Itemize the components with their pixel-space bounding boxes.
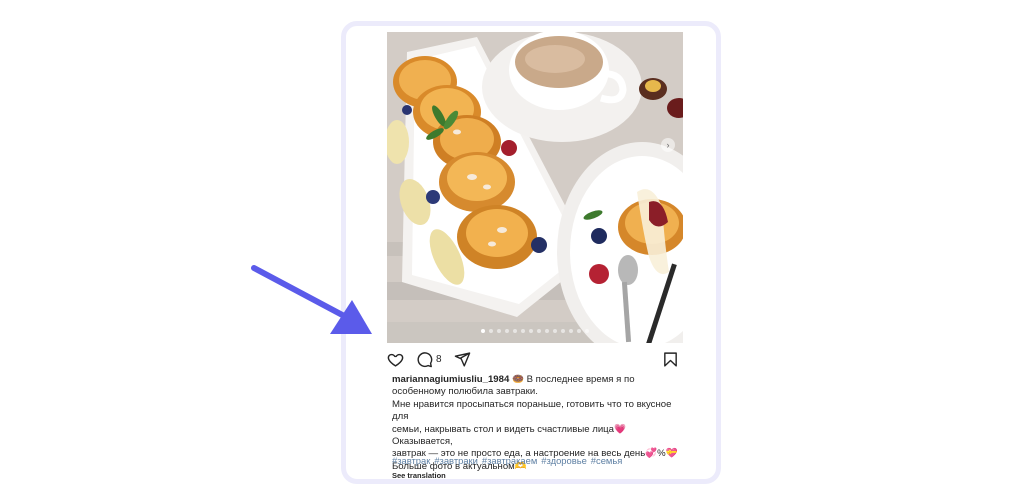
hashtag-link[interactable]: #завтракаем	[482, 455, 537, 466]
share-button[interactable]	[454, 351, 471, 368]
comment-button[interactable]: 8	[416, 351, 442, 368]
hashtag-link[interactable]: #семья	[591, 455, 623, 466]
comment-count: 8	[436, 353, 442, 365]
hashtag-link[interactable]: #завтраки	[434, 455, 478, 466]
carousel-dot	[489, 329, 493, 333]
carousel-dot	[505, 329, 509, 333]
arrow-pointer-icon	[251, 265, 372, 334]
carousel-dot	[545, 329, 549, 333]
save-button[interactable]	[662, 351, 679, 368]
carousel-dot	[529, 329, 533, 333]
carousel-dot	[497, 329, 501, 333]
carousel-dot	[553, 329, 557, 333]
caption-line-1: Мне нравится просыпаться пораньше, готов…	[392, 398, 672, 423]
send-icon	[454, 351, 470, 367]
instagram-post-card: › 8 mariannagiumiusliu_1984 🍩 В последне…	[341, 21, 721, 484]
carousel-dot	[577, 329, 581, 333]
carousel-dot	[537, 329, 541, 333]
comment-icon	[417, 351, 433, 367]
caption-first-line: mariannagiumiusliu_1984 🍩 В последнее вр…	[392, 374, 684, 399]
post-hashtags: #завтрак #завтраки #завтракаем #здоровье…	[392, 455, 622, 466]
carousel-dot	[513, 329, 517, 333]
see-translation-link[interactable]: See translation	[392, 471, 446, 479]
like-button[interactable]	[387, 351, 404, 368]
breakfast-photo-illustration	[387, 32, 683, 343]
post-photo[interactable]: ›	[387, 32, 683, 343]
bookmark-icon	[664, 351, 677, 367]
carousel-dot	[561, 329, 565, 333]
caption-line-2: семьи, накрывать стол и видеть счастливы…	[392, 423, 626, 448]
carousel-dot	[521, 329, 525, 333]
heart-icon	[387, 353, 404, 367]
carousel-dot	[569, 329, 573, 333]
carousel-dot	[481, 329, 485, 333]
carousel-dot	[585, 329, 589, 333]
carousel-next-button[interactable]: ›	[661, 138, 675, 152]
hashtag-link[interactable]: #здоровье	[541, 455, 587, 466]
post-username[interactable]: mariannagiumiusliu_1984	[392, 374, 509, 385]
hashtag-link[interactable]: #завтрак	[392, 455, 430, 466]
post-action-bar: 8	[387, 346, 683, 372]
carousel-indicator	[387, 329, 683, 333]
